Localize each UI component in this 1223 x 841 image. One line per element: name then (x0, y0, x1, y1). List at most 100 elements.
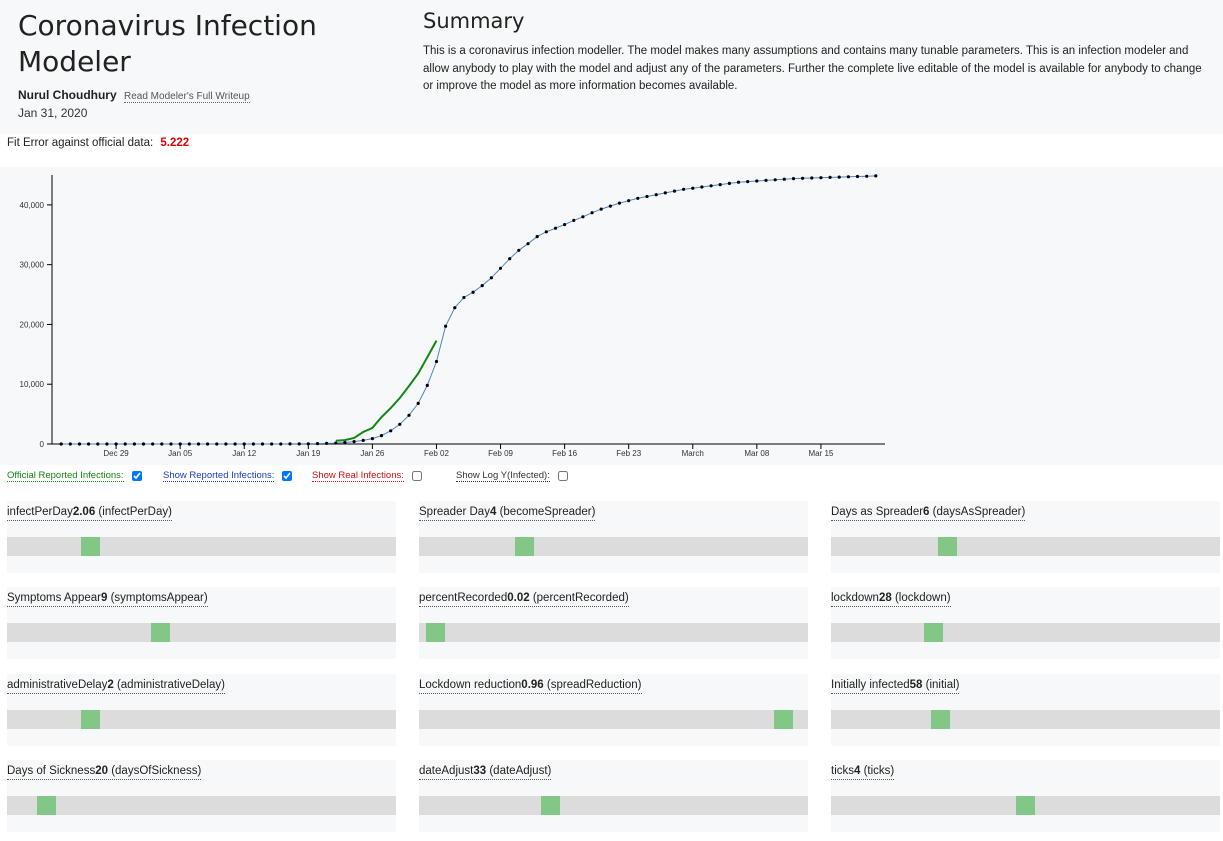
x-tick-label: Jan 12 (232, 449, 257, 458)
data-point (270, 442, 274, 446)
data-point (361, 438, 365, 442)
slider-track[interactable] (7, 537, 396, 556)
slider-track[interactable] (7, 796, 396, 815)
slider-track[interactable] (831, 710, 1220, 729)
slider-track[interactable] (419, 796, 808, 815)
param-lockdown: lockdown28 (lockdown) (831, 587, 1220, 659)
slider-thumb[interactable] (938, 537, 957, 556)
slider-thumb[interactable] (931, 710, 950, 729)
param-name: Initially infected (831, 679, 910, 691)
param-key: (lockdown) (891, 592, 951, 604)
slider-thumb[interactable] (1016, 796, 1035, 815)
data-point (178, 442, 182, 446)
data-point (810, 176, 814, 180)
slider-thumb[interactable] (515, 537, 534, 556)
param-label: ticks4 (ticks) (831, 764, 895, 780)
param-key: (spreadReduction) (543, 679, 642, 691)
slider-track[interactable] (7, 710, 396, 729)
param-key: (dateAdjust) (486, 765, 552, 777)
slider-track[interactable] (419, 710, 808, 729)
y-tick-label: 40,000 (20, 201, 45, 210)
param-daysAsSpreader: Days as Spreader6 (daysAsSpreader) (831, 501, 1220, 573)
data-point (325, 441, 329, 445)
slider-thumb[interactable] (774, 710, 793, 729)
slider-track[interactable] (419, 537, 808, 556)
data-point (746, 180, 750, 184)
param-key: (ticks) (860, 765, 895, 777)
y-tick-label: 10,000 (20, 380, 45, 389)
data-point (315, 442, 320, 446)
data-point (96, 442, 100, 446)
x-tick-label: March (682, 449, 704, 458)
slider-track[interactable] (419, 623, 808, 642)
param-name: Spreader Day (419, 506, 490, 518)
toggle-log-checkbox[interactable] (557, 471, 568, 481)
slider-track[interactable] (831, 796, 1220, 815)
toggle-real-infections[interactable]: Show Real Infections: (312, 470, 422, 482)
param-key: (becomeSpreader) (496, 506, 596, 518)
param-value: 28 (878, 592, 892, 604)
slider-thumb[interactable] (924, 623, 943, 642)
data-point (874, 174, 878, 178)
slider-track[interactable] (831, 623, 1220, 642)
data-point (398, 422, 402, 426)
toggle-reported-checkbox[interactable] (282, 471, 293, 481)
param-value: 58 (909, 679, 923, 691)
data-point (68, 442, 72, 446)
data-point (590, 211, 594, 215)
y-tick-label: 20,000 (20, 320, 45, 329)
param-label: Symptoms Appear9 (symptomsAppear) (7, 591, 208, 607)
data-point (682, 187, 686, 191)
data-point (801, 176, 805, 180)
toggle-official-infections[interactable]: Official Reported Infections: (7, 470, 142, 482)
data-point (773, 178, 777, 182)
data-point (791, 177, 796, 181)
data-point (260, 442, 265, 446)
x-tick-label: Mar 15 (808, 449, 833, 458)
param-name: administrativeDelay (7, 679, 108, 691)
data-point (141, 442, 146, 446)
data-point (498, 266, 503, 270)
data-point (764, 178, 768, 182)
slider-thumb[interactable] (151, 623, 170, 642)
data-point (215, 442, 219, 446)
slider-thumb[interactable] (37, 796, 56, 815)
toggle-real-label: Show Real Infections: (312, 470, 404, 482)
data-point (727, 181, 732, 185)
y-tick-label: 0 (40, 440, 45, 449)
toggle-log-y[interactable]: Show Log Y(Infected): (456, 470, 568, 482)
param-value: 0.96 (521, 679, 544, 691)
author-name: Nurul Choudhury (18, 88, 117, 102)
data-point (553, 226, 558, 230)
toggle-reported-infections[interactable]: Show Reported Infections: (163, 470, 293, 482)
chart-area: 0 10,000 20,000 30,000 40,000 Dec 29 Jan 05 Jan… (0, 167, 1223, 465)
data-point (572, 218, 576, 222)
data-point (105, 442, 109, 446)
data-point (654, 193, 658, 197)
param-value: 0.02 (507, 592, 530, 604)
param-key: (initial) (922, 679, 960, 691)
param-daysOfSickness: Days of Sickness20 (daysOfSickness) (7, 760, 396, 832)
series-line-1 (335, 340, 438, 442)
slider-thumb[interactable] (81, 537, 100, 556)
param-name: ticks (831, 765, 854, 777)
param-name: Lockdown reduction (419, 679, 522, 691)
param-spreadReduction: Lockdown reduction0.96 (spreadReduction) (419, 674, 808, 746)
slider-track[interactable] (831, 537, 1220, 556)
data-point (544, 230, 548, 234)
data-point (855, 174, 860, 179)
param-value: 2.06 (72, 506, 96, 518)
data-point (407, 413, 411, 417)
slider-thumb[interactable] (81, 710, 100, 729)
param-name: dateAdjust (419, 765, 474, 777)
param-percentRecorded: percentRecorded0.02 (percentRecorded) (419, 587, 808, 659)
param-administrativeDelay: administrativeDelay2 (administrativeDela… (7, 674, 396, 746)
slider-thumb[interactable] (426, 623, 445, 642)
toggle-real-checkbox[interactable] (411, 471, 422, 481)
toggle-official-checkbox[interactable] (131, 471, 142, 481)
data-point (489, 276, 493, 280)
slider-track[interactable] (7, 623, 396, 642)
slider-thumb[interactable] (541, 796, 560, 815)
writeup-link[interactable]: Read Modeler's Full Writeup (124, 91, 250, 103)
data-point (444, 324, 448, 328)
